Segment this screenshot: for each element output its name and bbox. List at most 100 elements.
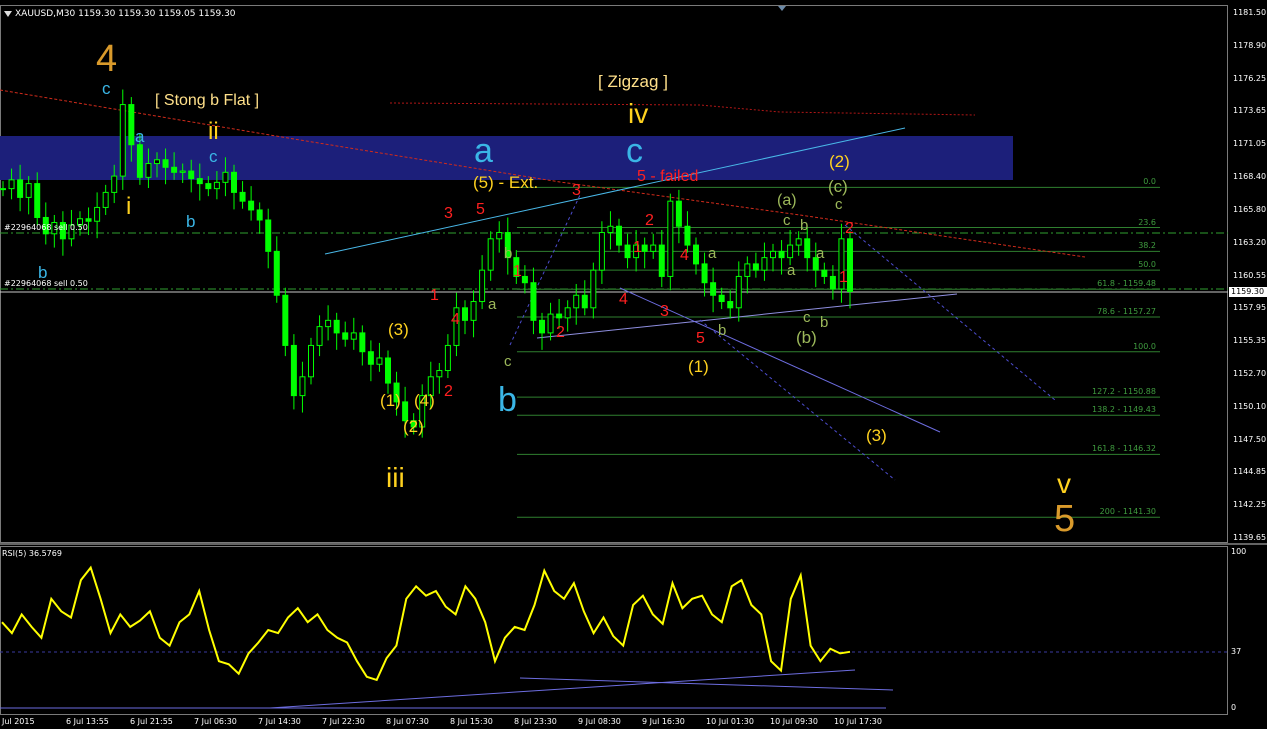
candle-body [102,191,109,208]
candle-body [308,344,314,378]
candle-body [479,269,486,303]
sub-b-olive-2: b [718,322,727,339]
wave-iii-label: iii [386,462,405,493]
candle-body [213,181,220,190]
candle-body [581,294,588,309]
candle-body [299,376,306,397]
wave-v-label: v [1057,468,1071,499]
price-tick: 1157.95 [1233,303,1267,313]
wave-1-red: 1 [633,239,642,256]
rsi-trendline-1 [269,669,856,709]
candle-body [761,257,768,271]
symbol-quote: XAUUSD,M30 1159.30 1159.30 1159.05 1159.… [15,9,236,19]
fib-level-label: 161.8 - 1146.32 [1092,444,1156,454]
wave-ii-label: ii [208,118,219,145]
candle-body [282,294,289,346]
candle-body [573,294,580,309]
candle-body [470,301,477,321]
candle-body [154,159,160,165]
sub-b-olive: b [504,245,513,262]
fib-level-label: 61.8 - 1159.48 [1097,279,1156,289]
price-tick: 1165.80 [1233,204,1267,214]
price-tick: 1163.20 [1233,237,1267,247]
price-tick: 1160.55 [1233,270,1267,280]
price-tick: 1155.35 [1233,336,1267,346]
rsi-scale-0: 0 [1231,703,1237,712]
candle-body [787,244,794,259]
chart-menu-icon[interactable] [4,10,12,17]
candle-body [462,307,468,321]
wave-4-red: 4 [680,247,689,264]
candle-body [17,179,24,198]
paren-1-label-a: (1) [380,391,401,410]
candle-body [521,275,528,284]
candle-body [265,219,272,252]
candle-body [444,344,451,372]
candle-body [316,326,323,346]
zigzag-label: [ Zigzag ] [598,72,668,91]
candle-body [701,263,708,284]
candle-body [333,319,340,334]
candle-body [171,166,178,173]
wave-a-small: a [135,127,145,146]
wave-c-small: c [209,147,218,166]
fib-level-label: 0.0 [1143,177,1156,187]
wave-a-big: a [474,132,493,170]
candle-body [727,301,734,309]
candle-body [119,104,126,177]
wave-2-red-2: 2 [556,324,565,341]
candle-body [196,178,203,185]
candle-body [778,250,785,259]
candle-body [539,319,545,334]
order-label-1[interactable]: #22964068 sell 0.50 [4,223,88,232]
paren-2-label: (2) [829,152,850,171]
candle-body [376,357,383,365]
price-tick: 1176.25 [1233,73,1267,83]
candle-body [829,275,836,290]
rsi-scale-100: 100 [1231,547,1247,556]
time-tick: 7 Jul 14:30 [258,717,301,726]
candle-body [590,269,597,309]
wave-1-red-2: 1 [513,263,522,280]
lower-channel-line [536,293,958,339]
candle-body [231,171,237,193]
rsi-panel-frame [0,546,1228,715]
candle-body [188,170,195,180]
candle-body [616,225,622,246]
wave-5-red-2: 5 [696,330,705,347]
paren-3-label: (3) [388,320,409,339]
sub-b-olive-3: b [800,217,809,234]
fib-level-label: 78.6 - 1157.27 [1097,306,1156,316]
candle-body [290,344,297,397]
candle-body [359,332,366,353]
candle-body [350,332,357,340]
candle-body [179,170,186,173]
price-tick: 1144.85 [1233,467,1267,477]
candle-body [385,357,391,384]
candle-body [752,263,759,271]
candle-body [684,225,691,246]
candle-body [675,200,682,227]
wave-5-big: 5 [1054,498,1076,540]
sub-b-olive-4: b [820,314,829,331]
time-tick: 6 Jul 13:55 [66,717,109,726]
candle-body [821,269,828,277]
fib-level-label: 200 - 1141.30 [1099,507,1156,517]
paren-b-label: (b) [796,328,817,347]
candle-body [496,232,503,240]
time-tick: 8 Jul 15:30 [450,717,493,726]
candle-body [487,238,494,271]
candle-body [162,159,169,168]
candle-body [436,370,443,378]
sub-a-olive: a [488,296,497,313]
candle-body [624,244,631,259]
ext-label: (5) - Ext. [473,173,539,192]
time-tick: 8 Jul 23:30 [514,717,557,726]
candle-body [547,313,554,334]
candle-body [145,163,152,178]
wave-4-red-3: 4 [451,311,460,328]
fib-level-label: 138.2 - 1149.43 [1092,405,1156,415]
sub-c-olive-4: c [835,196,843,213]
time-tick: 8 Jul 07:30 [386,717,429,726]
wave-b-small-2: b [38,263,48,282]
